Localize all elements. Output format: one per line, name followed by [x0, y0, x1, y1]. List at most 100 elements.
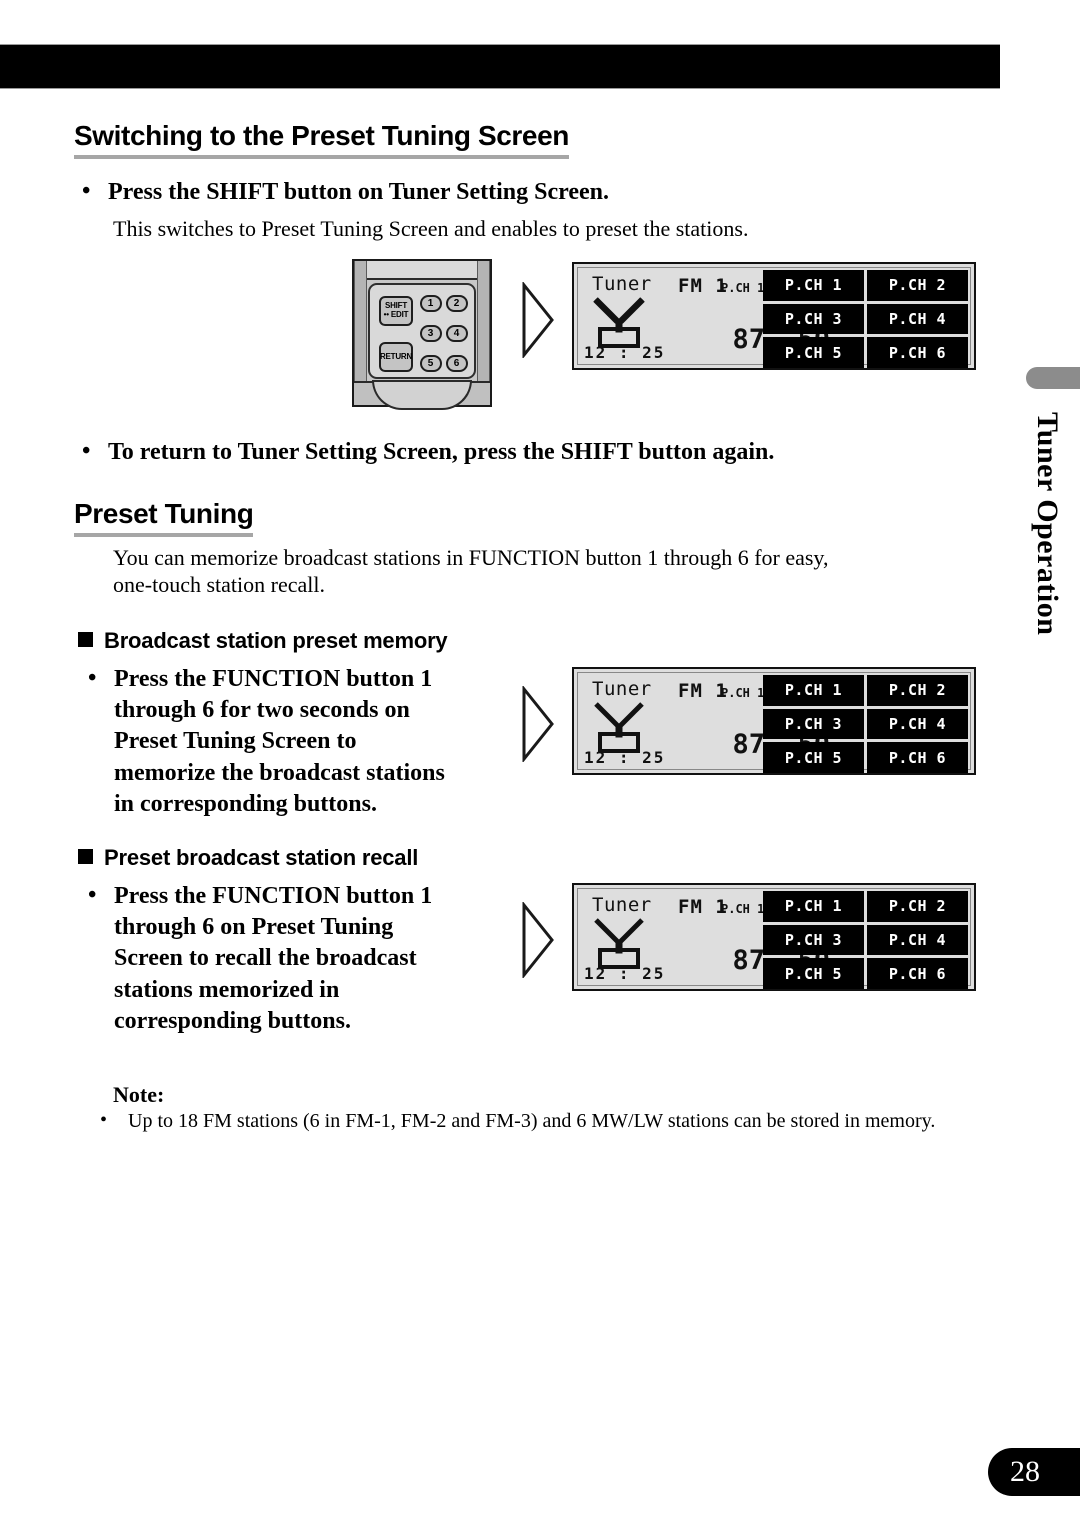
bullet-preset-recall-l5: corresponding buttons.: [114, 1007, 351, 1034]
bullet-dot-icon: •: [82, 438, 91, 464]
lcd-preset-indicator-3: P.CH 1: [721, 902, 765, 916]
lcd-display-2: Tuner 12 : 25 FM 1 P.CH 1 87. 50 MHz AF …: [572, 667, 976, 775]
section-heading-preset-tuning-text: Preset Tuning: [74, 498, 254, 538]
square-bullet-icon: [78, 632, 93, 647]
flow-arrow-icon-2: [521, 686, 555, 762]
page-header-bar: [0, 44, 1000, 89]
lcd-preset-button-4[interactable]: P.CH 4: [867, 708, 968, 740]
lcd-preset-grid-3: P.CH 1 P.CH 2 P.CH 3 P.CH 4 P.CH 5 P.CH …: [763, 891, 968, 989]
bullet-preset-memory-l2: through 6 for two seconds on: [114, 697, 410, 724]
bullet-dot-icon: •: [88, 665, 97, 691]
bullet-preset-recall-l1: Press the FUNCTION button 1: [114, 883, 433, 909]
lcd-display-1: Tuner 12 : 25 FM 1 P.CH 1 87. 50 MHz AF …: [572, 262, 976, 370]
bullet-preset-memory-l1: Press the FUNCTION button 1: [114, 666, 433, 692]
bullet-preset-recall-l3: Screen to recall the broadcast: [114, 945, 417, 972]
lcd-preset-button-6[interactable]: P.CH 6: [867, 742, 968, 773]
note-item-text: Up to 18 FM stations (6 in FM-1, FM-2 an…: [128, 1110, 936, 1132]
lcd-preset-button-3[interactable]: P.CH 3: [763, 924, 864, 956]
remote-button-3[interactable]: 3: [420, 325, 442, 342]
side-tab-marker: [1026, 367, 1080, 389]
subheading-broadcast-preset-memory-text: Broadcast station preset memory: [104, 628, 448, 653]
lcd-preset-indicator-2: P.CH 1: [721, 686, 765, 700]
remote-button-panel: SHIFT •• EDIT RETURN 1 2 3 4 5 6: [368, 283, 476, 379]
flow-arrow-icon-3: [521, 902, 555, 978]
bullet-press-shift: • Press the SHIFT button on Tuner Settin…: [82, 177, 942, 208]
body-preset-tuning-line2: one-touch station recall.: [113, 572, 325, 597]
bullet-preset-memory: • Press the FUNCTION button 1 through 6 …: [88, 664, 508, 820]
lcd-inner-2: Tuner 12 : 25 FM 1 P.CH 1 87. 50 MHz AF …: [577, 672, 971, 773]
bullet-press-shift-text: Press the SHIFT button on Tuner Setting …: [108, 179, 609, 205]
body-switching-description: This switches to Preset Tuning Screen an…: [113, 216, 749, 241]
subheading-broadcast-preset-memory: Broadcast station preset memory: [78, 628, 448, 654]
side-tab-label: Tuner Operation: [1031, 412, 1064, 636]
remote-control-illustration: SHIFT •• EDIT RETURN 1 2 3 4 5 6: [352, 259, 492, 410]
remote-button-4[interactable]: 4: [446, 325, 468, 342]
bullet-dot-icon: •: [88, 882, 97, 908]
subheading-preset-recall: Preset broadcast station recall: [78, 845, 418, 871]
lcd-source-label-2: Tuner: [592, 678, 652, 700]
lcd-clock-2: 12 : 25: [584, 748, 666, 767]
lcd-preset-grid-1: P.CH 1 P.CH 2 P.CH 3 P.CH 4 P.CH 5 P.CH …: [763, 270, 968, 368]
bullet-preset-memory-l3: Preset Tuning Screen to: [114, 728, 357, 755]
antenna-icon-2: [591, 701, 647, 753]
bullet-preset-recall-l4: stations memorized in: [114, 976, 340, 1003]
lcd-preset-button-5[interactable]: P.CH 5: [763, 742, 864, 773]
lcd-preset-button-1[interactable]: P.CH 1: [763, 270, 864, 301]
remote-number-row-2: 3 4: [420, 325, 468, 342]
section-heading-switching-text: Switching to the Preset Tuning Screen: [74, 120, 569, 160]
remote-button-1[interactable]: 1: [420, 295, 442, 312]
subheading-preset-recall-text: Preset broadcast station recall: [104, 845, 419, 870]
bullet-dot-icon: •: [82, 178, 91, 204]
flow-arrow-icon-1: [521, 282, 555, 358]
remote-button-6[interactable]: 6: [446, 355, 468, 372]
remote-shift-button[interactable]: SHIFT •• EDIT: [379, 296, 413, 326]
bullet-preset-memory-l4: memorize the broadcast stations: [114, 759, 445, 786]
lcd-preset-indicator-1: P.CH 1: [721, 281, 765, 295]
lcd-display-3: Tuner 12 : 25 FM 1 P.CH 1 87. 50 MHz AF …: [572, 883, 976, 991]
lcd-preset-button-1[interactable]: P.CH 1: [763, 891, 864, 922]
bullet-preset-recall-l2: through 6 on Preset Tuning: [114, 914, 394, 941]
remote-button-2[interactable]: 2: [446, 295, 468, 312]
remote-number-row-3: 5 6: [420, 355, 468, 372]
remote-top-strip: [354, 261, 490, 280]
lcd-inner-1: Tuner 12 : 25 FM 1 P.CH 1 87. 50 MHz AF …: [577, 267, 971, 368]
lcd-preset-button-5[interactable]: P.CH 5: [763, 958, 864, 989]
lcd-preset-button-3[interactable]: P.CH 3: [763, 708, 864, 740]
bullet-preset-memory-l5: in corresponding buttons.: [114, 790, 377, 817]
square-bullet-icon: [78, 849, 93, 864]
lcd-preset-button-4[interactable]: P.CH 4: [867, 924, 968, 956]
lcd-preset-button-4[interactable]: P.CH 4: [867, 303, 968, 335]
section-heading-switching: Switching to the Preset Tuning Screen: [74, 120, 569, 160]
remote-return-button[interactable]: RETURN: [379, 342, 413, 372]
antenna-icon-1: [591, 296, 647, 348]
lcd-preset-button-2[interactable]: P.CH 2: [867, 270, 968, 301]
remote-return-label: RETURN: [379, 351, 413, 361]
remote-number-row-1: 1 2: [420, 295, 468, 312]
lcd-clock-1: 12 : 25: [584, 343, 666, 362]
remote-button-5[interactable]: 5: [420, 355, 442, 372]
bullet-return-to-tuner: • To return to Tuner Setting Screen, pre…: [82, 437, 962, 468]
lcd-preset-button-2[interactable]: P.CH 2: [867, 675, 968, 706]
page-number: 28: [988, 1448, 1080, 1496]
lcd-preset-button-5[interactable]: P.CH 5: [763, 337, 864, 368]
antenna-icon-3: [591, 917, 647, 969]
lcd-source-label-3: Tuner: [592, 894, 652, 916]
remote-edit-label: •• EDIT: [383, 310, 409, 319]
remote-bottom-curve: [372, 380, 472, 410]
lcd-preset-button-3[interactable]: P.CH 3: [763, 303, 864, 335]
note-item: • Up to 18 FM stations (6 in FM-1, FM-2 …: [100, 1108, 935, 1134]
lcd-source-label-1: Tuner: [592, 273, 652, 295]
lcd-clock-3: 12 : 25: [584, 964, 666, 983]
bullet-preset-recall: • Press the FUNCTION button 1 through 6 …: [88, 881, 508, 1037]
bullet-dot-icon: •: [100, 1109, 108, 1131]
body-preset-tuning-line1: You can memorize broadcast stations in F…: [113, 545, 829, 570]
bullet-return-to-tuner-text: To return to Tuner Setting Screen, press…: [108, 439, 775, 465]
note-label: Note:: [113, 1082, 165, 1107]
lcd-preset-button-6[interactable]: P.CH 6: [867, 337, 968, 368]
lcd-preset-button-6[interactable]: P.CH 6: [867, 958, 968, 989]
lcd-preset-button-2[interactable]: P.CH 2: [867, 891, 968, 922]
lcd-preset-grid-2: P.CH 1 P.CH 2 P.CH 3 P.CH 4 P.CH 5 P.CH …: [763, 675, 968, 773]
lcd-preset-button-1[interactable]: P.CH 1: [763, 675, 864, 706]
lcd-inner-3: Tuner 12 : 25 FM 1 P.CH 1 87. 50 MHz AF …: [577, 888, 971, 989]
section-heading-preset-tuning: Preset Tuning: [74, 498, 254, 538]
